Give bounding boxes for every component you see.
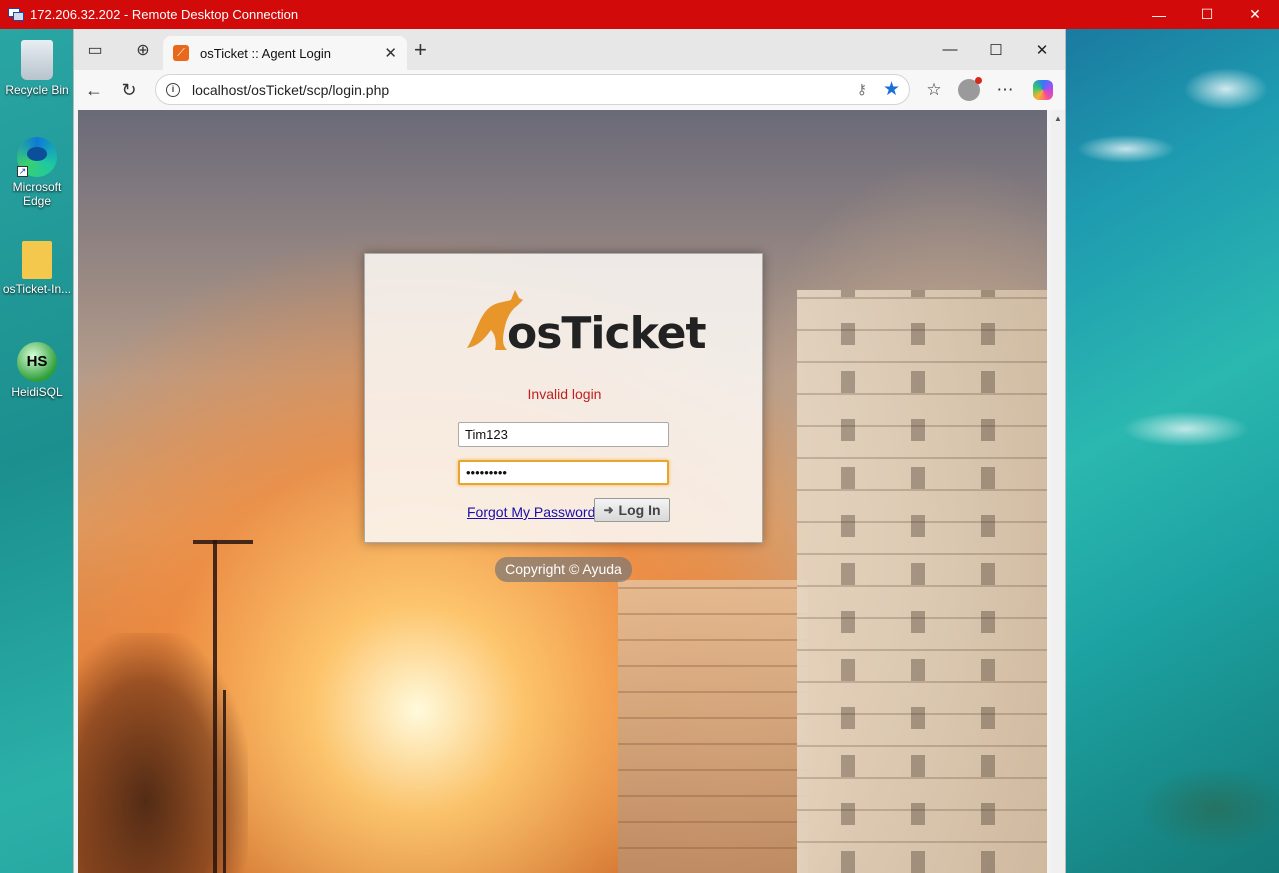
desktop-icon-heidisql[interactable]: HS HeidiSQL — [0, 342, 74, 399]
browser-window: ▭ ⊕ ⟋ osTicket :: Agent Login ✕ + — ☐ ✕ … — [73, 29, 1066, 873]
forgot-password-link[interactable]: Forgot My Password — [467, 504, 595, 520]
osticket-logo: osTicket — [467, 286, 707, 359]
avatar — [958, 77, 982, 101]
desktop-icon-label: osTicket-In... — [2, 282, 72, 296]
copilot-icon[interactable] — [1030, 78, 1056, 102]
desktop-icon-edge[interactable]: ↗ Microsoft Edge — [0, 137, 74, 208]
password-input[interactable] — [458, 460, 669, 485]
rdp-title: 172.206.32.202 - Remote Desktop Connecti… — [30, 7, 299, 22]
tab-title: osTicket :: Agent Login — [200, 45, 332, 61]
rdp-minimize-button[interactable]: — — [1135, 0, 1183, 29]
login-form: osTicket Invalid login Forgot My Passwor… — [364, 253, 763, 543]
back-arrow-icon[interactable]: ← — [81, 78, 107, 102]
desktop-icon-osticket-folder[interactable]: osTicket-In... — [0, 241, 74, 296]
more-options-icon[interactable]: ⋯ — [992, 78, 1018, 102]
rdp-close-button[interactable]: ✕ — [1231, 0, 1279, 29]
rdp-maximize-button[interactable]: ☐ — [1183, 0, 1231, 29]
street-pole — [223, 690, 226, 873]
remote-desktop-icon — [8, 7, 24, 22]
scroll-up-arrow-icon[interactable]: ▲ — [1054, 114, 1062, 123]
desktop-icon-recycle-bin[interactable]: Recycle Bin — [0, 40, 74, 97]
osticket-favicon-icon: ⟋ — [173, 45, 189, 61]
login-page-background: osTicket Invalid login Forgot My Passwor… — [78, 110, 1047, 873]
background-building — [618, 580, 808, 873]
favorite-star-icon[interactable]: ★ — [883, 78, 900, 101]
favorites-icon[interactable]: ☆ — [921, 78, 947, 102]
tab-close-icon[interactable]: ✕ — [384, 44, 397, 62]
heidisql-icon: HS — [17, 342, 57, 382]
browser-close-button[interactable]: ✕ — [1019, 29, 1065, 70]
address-url[interactable]: localhost/osTicket/scp/login.php — [192, 82, 389, 98]
browser-maximize-button[interactable]: ☐ — [973, 29, 1019, 70]
new-tab-button[interactable]: + — [414, 37, 427, 63]
street-pole-arm — [193, 540, 253, 544]
login-button-label: Log In — [618, 502, 661, 518]
logo-text: osTicket — [507, 308, 707, 359]
tab-osticket-login[interactable]: ⟋ osTicket :: Agent Login ✕ — [163, 36, 407, 70]
site-info-icon[interactable]: i — [166, 82, 180, 97]
recycle-bin-icon — [21, 40, 53, 80]
browser-minimize-button[interactable]: — — [927, 29, 973, 70]
page-scrollbar[interactable]: ▲ — [1051, 110, 1065, 873]
profile-avatar[interactable] — [956, 77, 982, 102]
street-pole — [213, 540, 217, 873]
folder-icon — [22, 241, 52, 279]
username-input[interactable] — [458, 422, 669, 447]
login-button[interactable]: ➜ Log In — [594, 498, 670, 522]
desktop-icon-label: Recycle Bin — [5, 83, 69, 97]
desktop-icon-label: Microsoft Edge — [12, 180, 62, 208]
login-error-message: Invalid login — [527, 386, 602, 402]
key-icon[interactable]: ⚷ — [857, 81, 867, 98]
browser-toolbar: ← ↻ i localhost/osTicket/scp/login.php ⚷… — [74, 70, 1065, 110]
rdp-title-bar: 172.206.32.202 - Remote Desktop Connecti… — [0, 0, 1279, 29]
tab-actions-icon[interactable]: ▭ — [82, 37, 108, 63]
desktop-wallpaper — [1066, 29, 1279, 873]
copyright-badge: Copyright © Ayuda — [495, 557, 632, 582]
edge-icon: ↗ — [17, 137, 57, 177]
sign-in-icon: ➜ — [603, 503, 614, 517]
workspaces-globe-icon[interactable]: ⊕ — [130, 37, 156, 63]
desktop-icon-label: HeidiSQL — [11, 385, 63, 399]
address-bar[interactable]: i localhost/osTicket/scp/login.php ⚷ ★ — [155, 74, 910, 105]
tab-bar: ▭ ⊕ ⟋ osTicket :: Agent Login ✕ + — ☐ ✕ — [74, 29, 1065, 70]
shortcut-arrow-icon: ↗ — [17, 166, 28, 177]
refresh-icon[interactable]: ↻ — [116, 78, 142, 102]
background-tower — [797, 290, 1047, 873]
